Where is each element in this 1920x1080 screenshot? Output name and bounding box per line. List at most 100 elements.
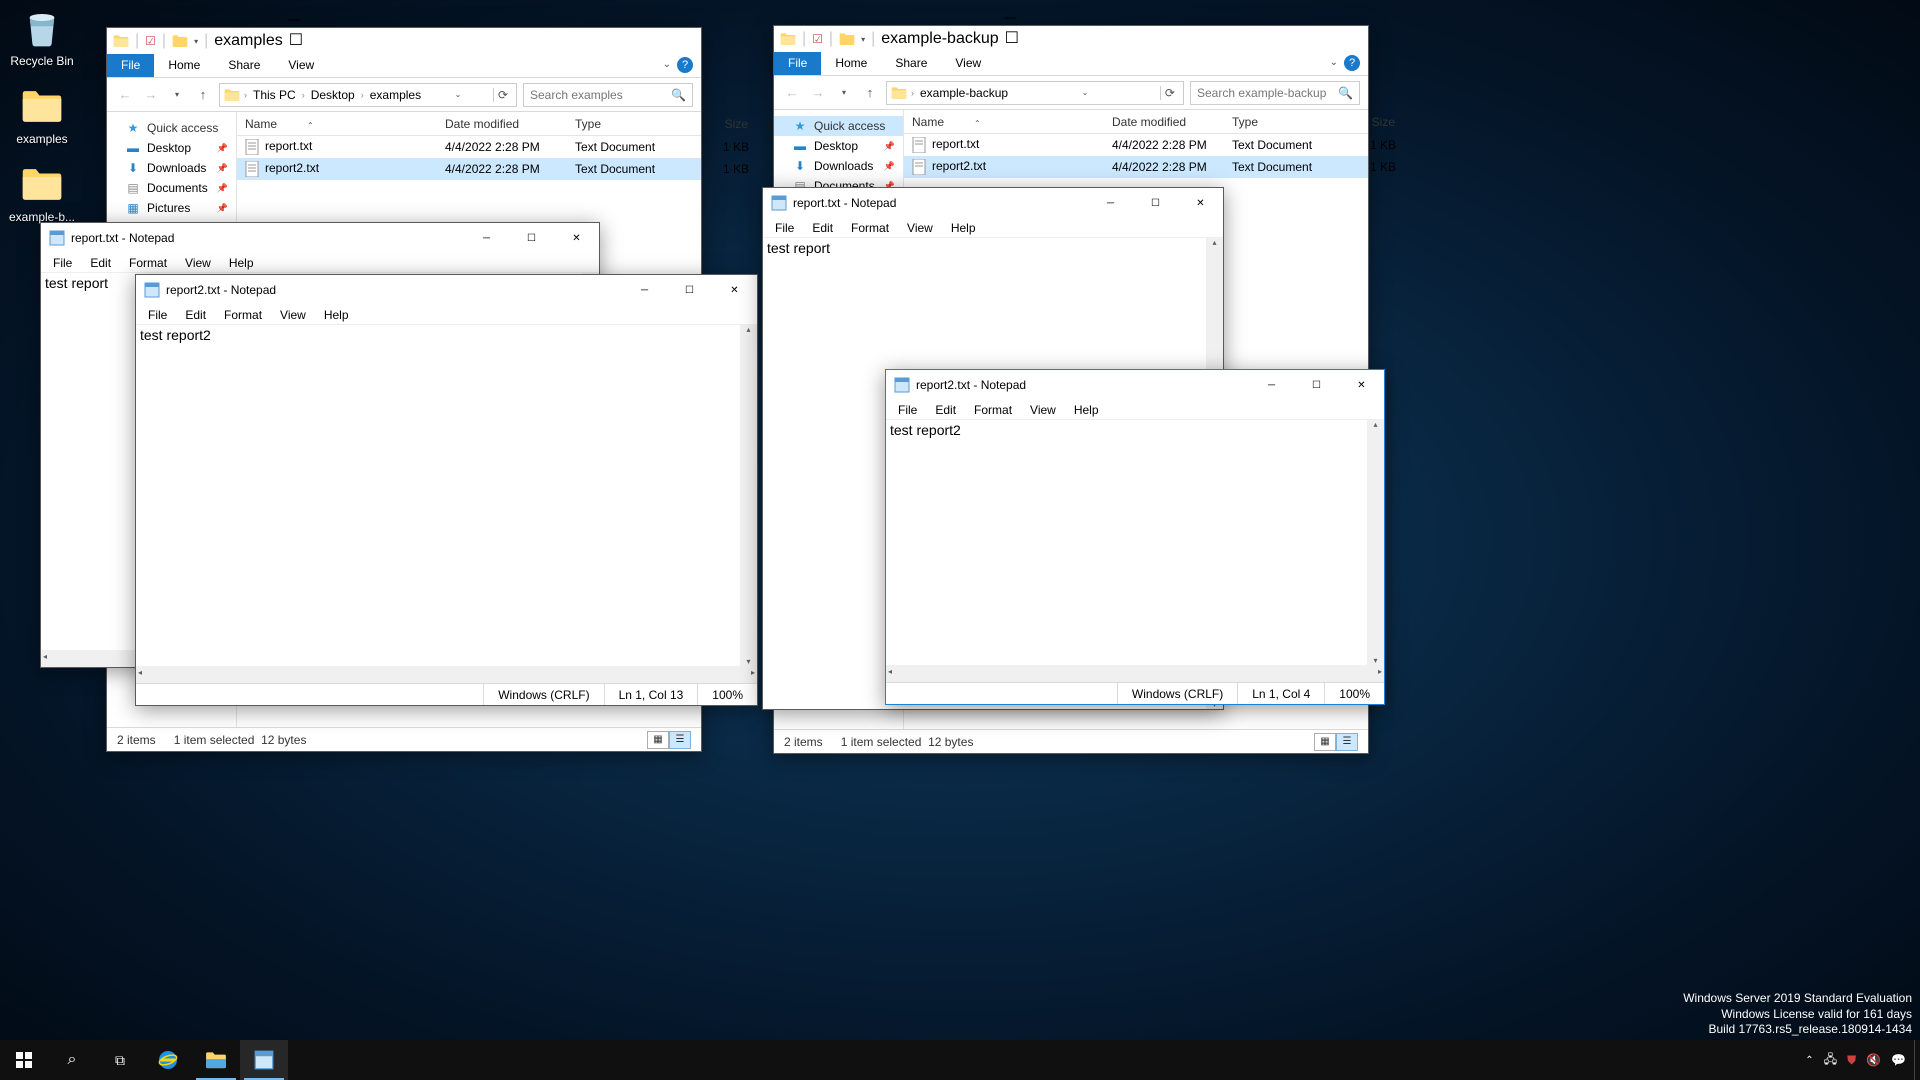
menu-view[interactable]: View [899,220,941,236]
menu-edit[interactable]: Edit [927,402,964,418]
menu-file[interactable]: File [45,255,80,271]
tab-share[interactable]: Share [214,54,274,77]
menu-view[interactable]: View [177,255,219,271]
tab-share[interactable]: Share [881,52,941,75]
recent-dropdown[interactable]: ▾ [834,83,854,103]
scrollbar-horizontal[interactable] [886,665,1384,682]
desktop-icon-examples[interactable]: examples [4,82,80,146]
search-input[interactable]: Search example-backup 🔍 [1190,81,1360,105]
up-button[interactable]: ↑ [860,83,880,103]
search-icon[interactable]: 🔍 [671,88,686,102]
menu-edit[interactable]: Edit [804,220,841,236]
chevron-right-icon[interactable]: › [302,90,305,100]
taskbar-explorer[interactable] [192,1040,240,1080]
maximize-button[interactable]: ☐ [1133,188,1178,218]
maximize-button[interactable]: ☐ [1005,28,1019,48]
tab-home[interactable]: Home [154,54,214,77]
back-button[interactable]: ← [782,83,802,103]
chevron-right-icon[interactable]: › [361,90,364,100]
notepad-window-report2-b[interactable]: report2.txt - Notepad ─ ☐ ✕ File Edit Fo… [885,369,1385,705]
minimize-button[interactable]: ─ [289,12,303,30]
menu-help[interactable]: Help [943,220,984,236]
menu-file[interactable]: File [890,402,925,418]
col-size[interactable]: Size [1344,115,1404,129]
menu-file[interactable]: File [767,220,802,236]
address-box[interactable]: › This PC › Desktop › examples ⌄ ⟳ [219,83,517,107]
nav-documents[interactable]: ▤Documents📌 [107,178,236,198]
tray-chevron-icon[interactable]: ⌃ [1805,1055,1813,1066]
menu-edit[interactable]: Edit [82,255,119,271]
refresh-icon[interactable]: ⟳ [1160,86,1179,100]
scrollbar-vertical[interactable] [740,325,757,666]
address-dropdown-icon[interactable]: ⌄ [1078,88,1093,97]
show-desktop-button[interactable] [1914,1040,1920,1080]
breadcrumb[interactable]: Desktop [309,88,357,102]
desktop-icon-example-backup[interactable]: example-b... [4,160,80,224]
menu-view[interactable]: View [1022,402,1064,418]
view-large-icons-button[interactable]: ▦ [1314,733,1336,751]
tray-network-icon[interactable]: 🖧 [1824,1050,1837,1071]
col-name[interactable]: Name⌃ [904,115,1104,129]
minimize-button[interactable]: ─ [622,275,667,305]
taskbar-ie[interactable] [144,1040,192,1080]
col-date[interactable]: Date modified [1104,115,1224,129]
chevron-right-icon[interactable]: › [911,88,914,98]
nav-quick-access[interactable]: ★Quick access [107,118,236,138]
view-details-button[interactable]: ☰ [1336,733,1358,751]
nav-downloads[interactable]: ⬇Downloads📌 [774,156,903,176]
minimize-button[interactable]: ─ [464,223,509,253]
text-area[interactable]: test report2 [136,325,757,666]
tab-file[interactable]: File [107,54,154,77]
help-icon[interactable]: ? [1344,55,1360,71]
expand-ribbon-icon[interactable]: ⌄ [663,59,671,70]
scrollbar-horizontal[interactable] [136,666,757,683]
expand-ribbon-icon[interactable]: ⌄ [1330,57,1338,68]
forward-button[interactable]: → [141,85,161,105]
col-date[interactable]: Date modified [437,117,567,131]
tab-view[interactable]: View [941,52,995,75]
file-row[interactable]: report.txt 4/4/2022 2:28 PM Text Documen… [904,134,1368,156]
nav-desktop[interactable]: ▬Desktop📌 [107,138,236,158]
tray-volume-icon[interactable]: 🔇 [1866,1053,1881,1067]
properties-icon[interactable]: ☑ [812,32,823,46]
menu-view[interactable]: View [272,307,314,323]
qat-dropdown-icon[interactable]: ▾ [194,37,198,46]
back-button[interactable]: ← [115,85,135,105]
col-type[interactable]: Type [1224,115,1344,129]
start-button[interactable] [0,1040,48,1080]
tray-notifications-icon[interactable]: 💬 [1891,1053,1906,1067]
nav-quick-access[interactable]: ★Quick access [774,116,903,136]
file-row[interactable]: report2.txt 4/4/2022 2:28 PM Text Docume… [904,156,1368,178]
maximize-button[interactable]: ☐ [509,223,554,253]
tab-view[interactable]: View [274,54,328,77]
forward-button[interactable]: → [808,83,828,103]
nav-desktop[interactable]: ▬Desktop📌 [774,136,903,156]
menu-help[interactable]: Help [1066,402,1107,418]
close-button[interactable]: ✕ [1178,188,1223,218]
maximize-button[interactable]: ☐ [667,275,712,305]
nav-downloads[interactable]: ⬇Downloads📌 [107,158,236,178]
properties-icon[interactable]: ☑ [145,34,156,48]
search-input[interactable]: Search examples 🔍 [523,83,693,107]
menu-help[interactable]: Help [221,255,262,271]
minimize-button[interactable]: ─ [1249,370,1294,400]
menu-format[interactable]: Format [966,402,1020,418]
view-details-button[interactable]: ☰ [669,731,691,749]
maximize-button[interactable]: ☐ [289,30,303,50]
up-button[interactable]: ↑ [193,85,213,105]
menu-format[interactable]: Format [216,307,270,323]
text-area[interactable]: test report2 [886,420,1384,665]
menu-edit[interactable]: Edit [177,307,214,323]
chevron-right-icon[interactable]: › [244,90,247,100]
tray-security-icon[interactable]: ⛊ [1847,1053,1856,1068]
notepad-window-report2[interactable]: report2.txt - Notepad ─ ☐ ✕ File Edit Fo… [135,274,758,706]
file-row[interactable]: report.txt 4/4/2022 2:28 PM Text Documen… [237,136,701,158]
menu-file[interactable]: File [140,307,175,323]
close-button[interactable]: ✕ [1339,370,1384,400]
close-button[interactable]: ✕ [554,223,599,253]
maximize-button[interactable]: ☐ [1294,370,1339,400]
minimize-button[interactable]: ─ [1088,188,1133,218]
address-dropdown-icon[interactable]: ⌄ [451,90,466,99]
taskbar-notepad[interactable] [240,1040,288,1080]
menu-format[interactable]: Format [121,255,175,271]
